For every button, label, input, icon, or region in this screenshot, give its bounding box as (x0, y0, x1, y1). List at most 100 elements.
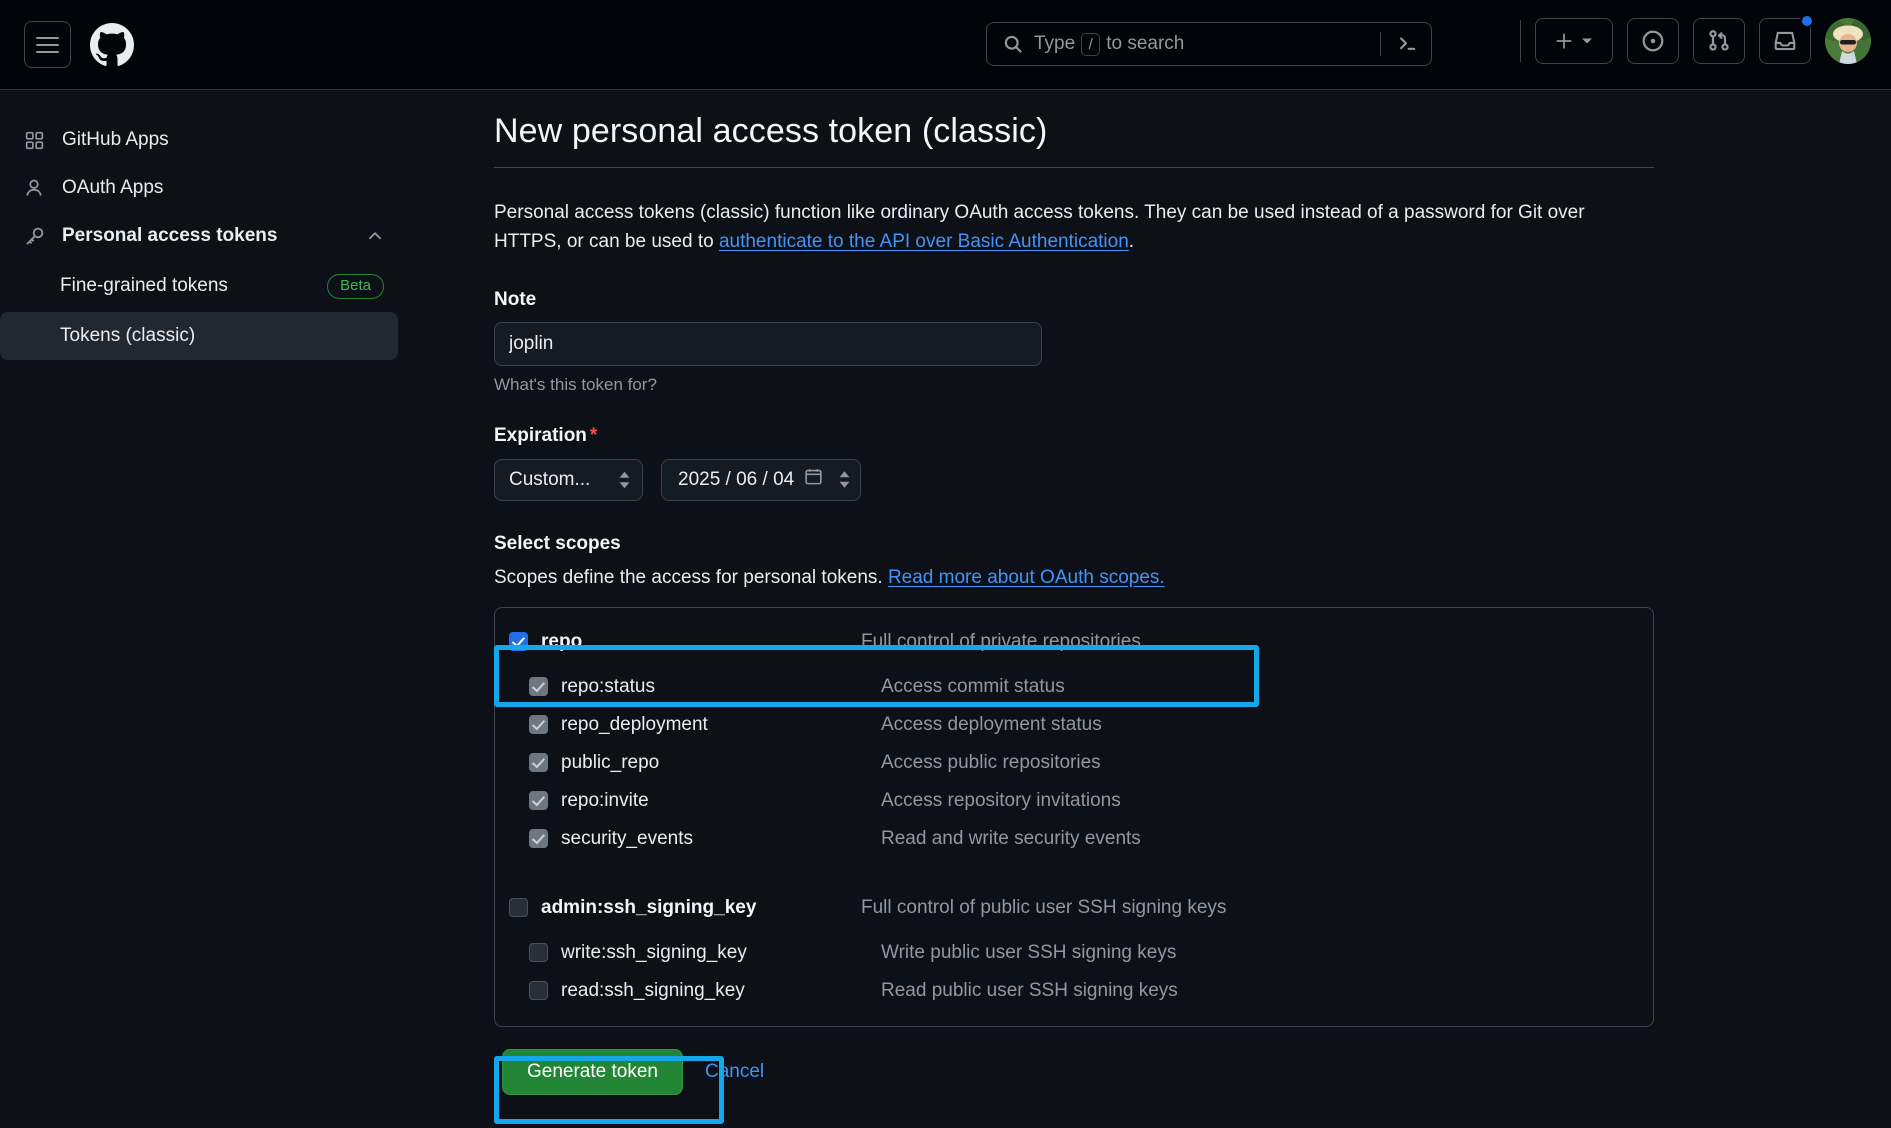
scopes-description-text: Scopes define the access for personal to… (494, 567, 888, 588)
select-stepper-icon (619, 471, 630, 488)
notifications-button[interactable] (1759, 18, 1811, 64)
key-icon (22, 226, 46, 247)
scope-name: repo:status (561, 676, 881, 698)
select-scopes-label: Select scopes (494, 533, 1654, 555)
scope-description: Access repository invitations (881, 790, 1121, 812)
header-divider (1520, 20, 1521, 62)
sidebar-item-github-apps[interactable]: GitHub Apps (0, 116, 398, 164)
create-new-button[interactable] (1535, 18, 1613, 64)
scope-checkbox (529, 677, 548, 696)
header-actions (1520, 18, 1871, 64)
intro-text-part2: . (1129, 231, 1134, 252)
sidebar-item-fine-grained-tokens[interactable]: Fine-grained tokens Beta (0, 262, 398, 310)
sidebar-item-oauth-apps[interactable]: OAuth Apps (0, 164, 398, 212)
note-label: Note (494, 289, 1654, 311)
date-stepper-icon[interactable] (839, 471, 850, 488)
scope-name: security_events (561, 828, 881, 850)
scope-checkbox[interactable] (529, 981, 548, 1000)
search-placeholder-suffix: to search (1106, 33, 1184, 55)
sidebar-item-label: OAuth Apps (62, 177, 163, 199)
scope-description: Access commit status (881, 676, 1065, 698)
hamburger-line (36, 51, 59, 53)
scope-group: repoFull control of private repositories… (494, 607, 1654, 869)
plus-icon (1555, 32, 1573, 50)
chevron-up-icon[interactable] (366, 227, 384, 245)
sidebar-item-personal-access-tokens[interactable]: Personal access tokens (0, 212, 398, 260)
scope-checkbox (529, 829, 548, 848)
sidebar-item-label: GitHub Apps (62, 129, 169, 151)
scope-checkbox[interactable] (509, 632, 528, 651)
calendar-icon[interactable] (804, 467, 823, 492)
scopes-description: Scopes define the access for personal to… (494, 567, 1654, 589)
issue-opened-icon (1641, 29, 1665, 53)
scope-checkbox[interactable] (509, 898, 528, 917)
scope-row[interactable]: security_eventsRead and write security e… (495, 820, 1653, 858)
api-auth-link[interactable]: authenticate to the API over Basic Authe… (719, 231, 1129, 252)
scope-name: repo:invite (561, 790, 881, 812)
expiration-date-input[interactable]: 2025 / 06 / 04 (661, 459, 861, 501)
scope-row[interactable]: write:ssh_signing_keyWrite public user S… (495, 934, 1653, 972)
github-logo-icon[interactable] (90, 23, 134, 67)
issues-button[interactable] (1627, 18, 1679, 64)
apps-grid-icon (22, 131, 46, 150)
content-column: New personal access token (classic) Pers… (494, 112, 1654, 1095)
form-actions: Generate token Cancel (494, 1049, 1654, 1095)
avatar[interactable] (1825, 18, 1871, 64)
hamburger-line (36, 37, 59, 39)
scope-row[interactable]: repoFull control of private repositories (495, 616, 1653, 668)
scope-name: write:ssh_signing_key (561, 942, 881, 964)
sidebar-subitem-label: Tokens (classic) (60, 325, 195, 347)
note-field-group: Note What's this token for? (494, 289, 1654, 395)
git-pull-request-icon (1707, 29, 1731, 53)
scope-name: read:ssh_signing_key (561, 980, 881, 1002)
expiration-select[interactable]: Custom... (494, 459, 643, 501)
expiration-label-text: Expiration (494, 425, 587, 446)
search-placeholder: Type / to search (1034, 33, 1184, 56)
note-input[interactable] (494, 322, 1042, 366)
required-asterisk: * (590, 425, 597, 446)
page-title: New personal access token (classic) (494, 112, 1654, 168)
scope-checkbox[interactable] (529, 943, 548, 962)
scope-name: repo (541, 631, 861, 653)
hamburger-menu-icon[interactable] (24, 21, 71, 68)
hamburger-line (36, 44, 59, 46)
pull-requests-button[interactable] (1693, 18, 1745, 64)
generate-token-button[interactable]: Generate token (502, 1049, 683, 1095)
scope-name: admin:ssh_signing_key (541, 897, 861, 919)
scope-description: Read public user SSH signing keys (881, 980, 1178, 1002)
scope-row[interactable]: repo:inviteAccess repository invitations (495, 782, 1653, 820)
cancel-link[interactable]: Cancel (705, 1061, 764, 1083)
scope-description: Full control of private repositories (861, 631, 1141, 653)
search-divider (1380, 32, 1381, 56)
terminal-icon[interactable] (1391, 27, 1425, 61)
search-input[interactable]: Type / to search (986, 22, 1432, 66)
scope-row[interactable]: public_repoAccess public repositories (495, 744, 1653, 782)
search-placeholder-prefix: Type (1034, 33, 1075, 55)
expiration-controls: Custom... 2025 / 06 / 04 (494, 459, 1654, 501)
scopes-section: Select scopes Scopes define the access f… (494, 533, 1654, 1027)
scope-name: repo_deployment (561, 714, 881, 736)
app-header: Type / to search (0, 0, 1891, 90)
page-body: GitHub Apps OAuth Apps Personal access t… (0, 90, 1891, 1128)
scope-description: Write public user SSH signing keys (881, 942, 1176, 964)
scope-row[interactable]: admin:ssh_signing_keyFull control of pub… (495, 882, 1653, 934)
beta-badge: Beta (327, 274, 384, 299)
chevron-down-icon (1581, 35, 1593, 47)
main-content: New personal access token (classic) Pers… (424, 90, 1891, 1128)
scope-row[interactable]: repo_deploymentAccess deployment status (495, 706, 1653, 744)
search-kbd-hint: / (1081, 33, 1100, 56)
scope-row[interactable]: read:ssh_signing_keyRead public user SSH… (495, 972, 1653, 1010)
scope-name: public_repo (561, 752, 881, 774)
oauth-scopes-link[interactable]: Read more about OAuth scopes. (888, 567, 1165, 588)
scope-checkbox (529, 753, 548, 772)
note-hint: What's this token for? (494, 375, 1654, 395)
scope-group: admin:ssh_signing_keyFull control of pub… (494, 868, 1654, 1027)
sidebar-item-tokens-classic[interactable]: Tokens (classic) (0, 312, 398, 360)
expiration-select-value: Custom... (509, 469, 590, 491)
notification-indicator-dot (1800, 14, 1814, 28)
scope-checkbox (529, 715, 548, 734)
expiration-field-group: Expiration* Custom... 2025 / 06 / 04 (494, 425, 1654, 501)
search-icon (1003, 34, 1023, 54)
scopes-list: repoFull control of private repositories… (494, 607, 1654, 1027)
scope-row[interactable]: repo:statusAccess commit status (495, 668, 1653, 706)
